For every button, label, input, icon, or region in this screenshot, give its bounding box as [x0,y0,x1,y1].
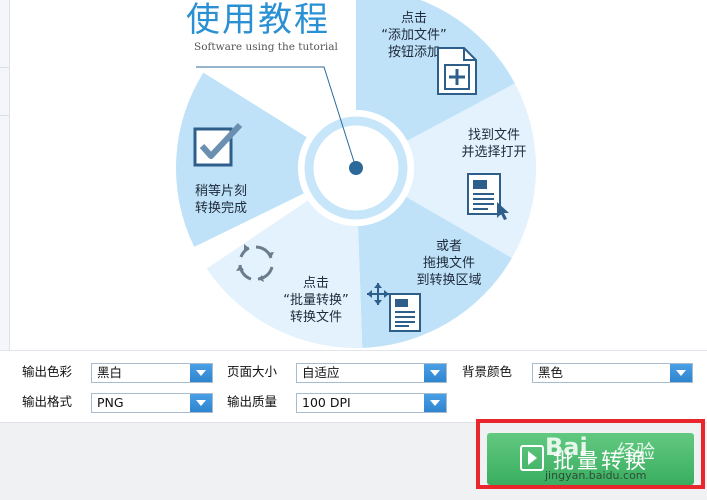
drag-file-icon [389,293,421,332]
page-size-select[interactable]: 自适应 [296,363,447,383]
bg-color-select[interactable]: 黑色 [532,363,693,383]
wheel-center-dot [349,161,363,175]
page-size-label: 页面大小 [227,364,278,379]
output-color-select[interactable]: 黑白 [91,363,213,383]
tutorial-wheel: 使用教程 Software using the tutorial 点击 “添加文… [0,0,707,350]
output-format-select[interactable]: PNG [91,393,213,413]
bg-color-label: 背景颜色 [462,364,513,379]
page-title: 使用教程 [186,0,330,40]
chevron-down-icon[interactable] [190,394,212,412]
chevron-down-icon[interactable] [424,394,446,412]
watermark-brand-cn: 经验 [617,441,656,463]
output-format-label: 输出格式 [22,394,73,409]
chevron-down-icon[interactable] [424,364,446,382]
step-batch-convert-label: 点击 “批量转换” 转换文件 [283,276,349,325]
watermark-brand: Bai [545,433,588,461]
open-file-icon [467,173,509,220]
checkbox-icon [193,122,243,167]
step-drag-file-label: 或者 拖拽文件 到转换区域 [416,239,482,288]
move-arrows-icon [367,283,389,305]
output-quality-label: 输出质量 [227,394,278,409]
step-done-label: 稍等片刻 转换完成 [194,184,247,216]
chevron-down-icon[interactable] [190,364,212,382]
step-open-file-label: 找到文件 并选择打开 [461,128,527,160]
settings-panel: 输出色彩 黑白 页面大小 自适应 背景颜色 黑色 输出格式 PNG 输出质量 1… [0,350,707,423]
refresh-icon [236,244,274,282]
chevron-down-icon[interactable] [670,364,692,382]
add-file-icon [437,47,477,95]
output-color-label: 输出色彩 [22,364,73,379]
page-subtitle: Software using the tutorial [194,41,338,53]
watermark-url: jingyan.baidu.com [545,469,647,482]
output-quality-select[interactable]: 100 DPI [296,393,447,413]
